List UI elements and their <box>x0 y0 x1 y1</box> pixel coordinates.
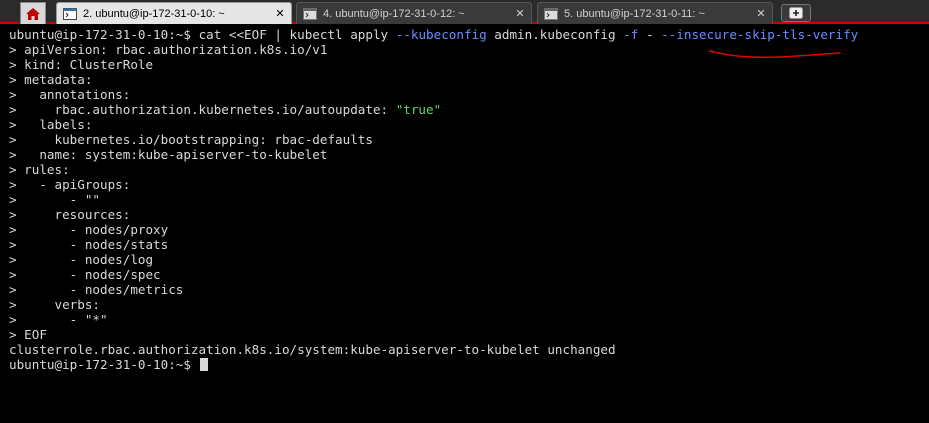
prompt-line: ubuntu@ip-172-31-0-10:~$ <box>9 357 929 372</box>
terminal-icon <box>303 7 317 20</box>
home-tab[interactable] <box>20 2 46 24</box>
output-line: > - nodes/log <box>9 252 154 267</box>
terminal-output[interactable]: ubuntu@ip-172-31-0-10:~$ cat <<EOF | kub… <box>0 24 929 423</box>
output-line: > rbac.authorization.kubernetes.io/autou… <box>9 102 929 117</box>
text-cursor <box>199 358 208 371</box>
output-line: > - nodes/stats <box>9 237 169 252</box>
shell-prompt: ubuntu@ip-172-31-0-10:~$ <box>9 27 199 42</box>
shell-prompt: ubuntu@ip-172-31-0-10:~$ <box>9 357 199 372</box>
output-line: > metadata: <box>9 72 93 87</box>
terminal-icon <box>63 7 77 20</box>
tab-session-5[interactable]: 5. ubuntu@ip-172-31-0-11: ~ ✕ <box>537 2 773 24</box>
tab-label: 4. ubuntu@ip-172-31-0-12: ~ <box>323 7 465 20</box>
red-underline-annotation <box>709 50 841 59</box>
command-option: --kubeconfig <box>395 27 487 42</box>
output-line: > name: system:kube-apiserver-to-kubelet <box>9 147 328 162</box>
yaml-item: > - <box>9 192 85 207</box>
output-line: > - apiGroups: <box>9 177 131 192</box>
output-line: > - nodes/metrics <box>9 282 184 297</box>
command-text: cat <<EOF | kubectl apply <box>198 27 396 42</box>
yaml-string: "true" <box>395 102 442 117</box>
command-option: -f <box>623 27 639 42</box>
close-icon[interactable]: ✕ <box>272 7 288 20</box>
output-line: clusterrole.rbac.authorization.k8s.io/sy… <box>9 342 616 357</box>
yaml-key: > rbac.authorization.kubernetes.io/autou… <box>9 102 396 117</box>
tab-session-4[interactable]: 4. ubuntu@ip-172-31-0-12: ~ ✕ <box>296 2 532 24</box>
plus-icon <box>789 7 803 19</box>
tab-session-2[interactable]: 2. ubuntu@ip-172-31-0-10: ~ ✕ <box>56 2 292 24</box>
yaml-string: "*" <box>84 312 108 327</box>
output-line: > - nodes/proxy <box>9 222 169 237</box>
command-option-insecure: --insecure-skip-tls-verify <box>661 27 859 42</box>
yaml-string: "" <box>84 192 100 207</box>
output-line: > labels: <box>9 117 93 132</box>
output-line: > verbs: <box>9 297 100 312</box>
output-line: > - "" <box>9 192 929 207</box>
home-icon <box>26 7 40 20</box>
output-line: > annotations: <box>9 87 131 102</box>
output-line: > rules: <box>9 162 70 177</box>
tab-label: 5. ubuntu@ip-172-31-0-11: ~ <box>564 7 705 20</box>
output-line: > kubernetes.io/bootstrapping: rbac-defa… <box>9 132 373 147</box>
output-line: > EOF <box>9 327 47 342</box>
yaml-item: > - <box>9 312 85 327</box>
close-icon[interactable]: ✕ <box>753 7 769 20</box>
close-icon[interactable]: ✕ <box>512 7 528 20</box>
output-line: > - nodes/spec <box>9 267 161 282</box>
tab-bar: 2. ubuntu@ip-172-31-0-10: ~ ✕ 4. ubuntu@… <box>0 0 929 24</box>
tab-label: 2. ubuntu@ip-172-31-0-10: ~ <box>83 7 225 20</box>
output-line: > resources: <box>9 207 131 222</box>
command-line: ubuntu@ip-172-31-0-10:~$ cat <<EOF | kub… <box>9 27 929 42</box>
command-text: admin.kubeconfig <box>486 27 624 42</box>
command-text: - <box>638 27 662 42</box>
terminal-icon <box>544 7 558 20</box>
output-line: > - "*" <box>9 312 929 327</box>
new-tab-button[interactable] <box>781 4 811 22</box>
